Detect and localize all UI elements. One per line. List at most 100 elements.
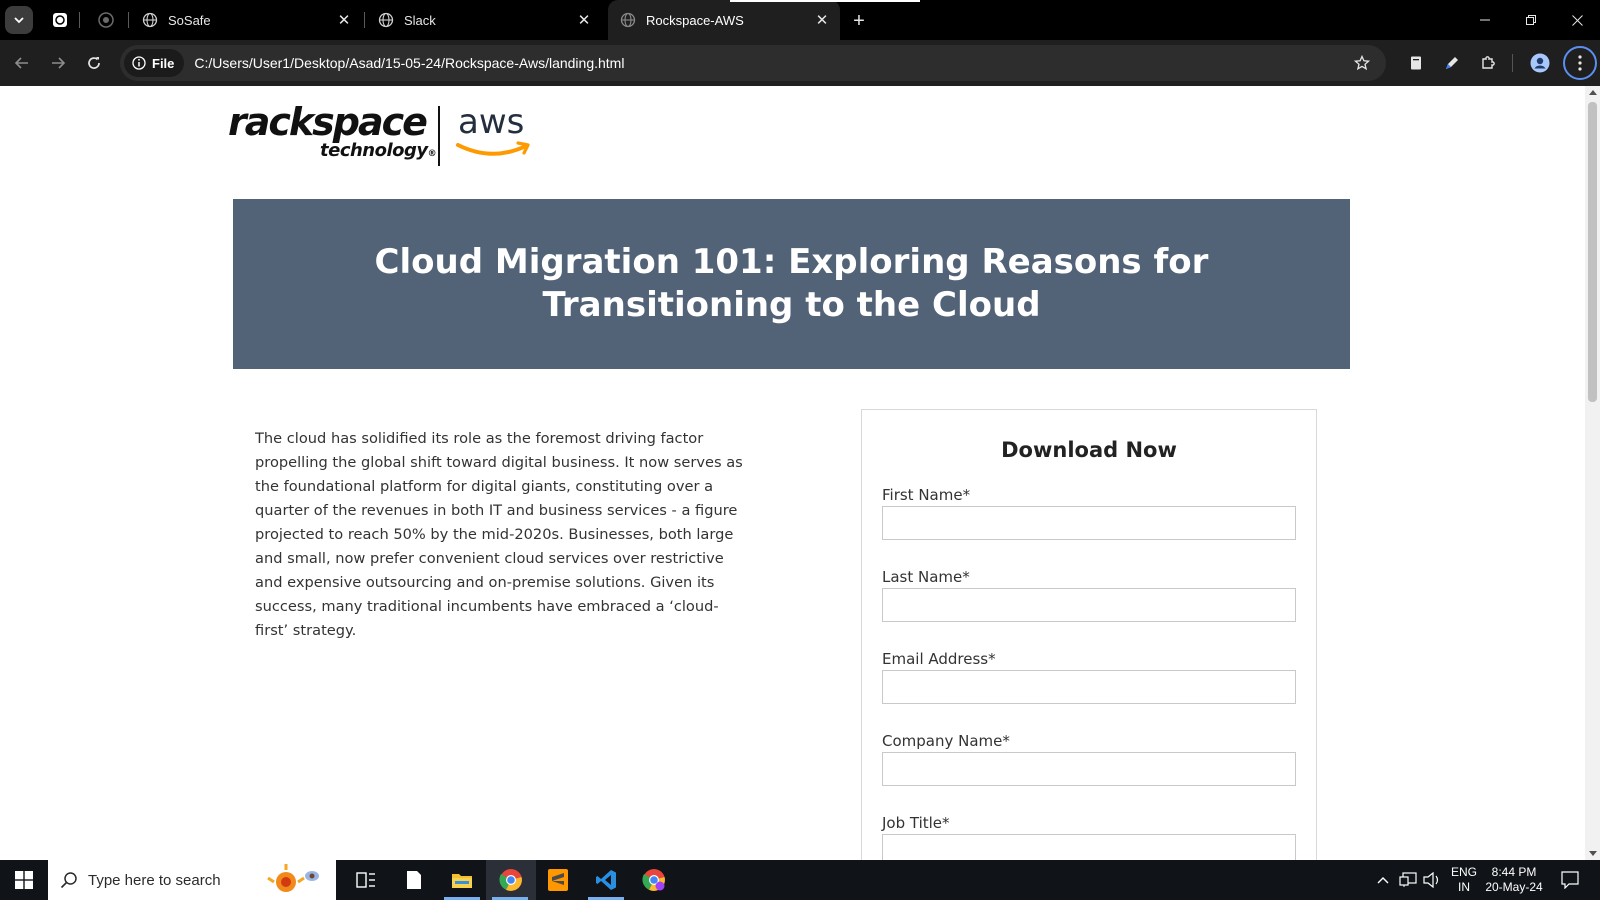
reading-list-button[interactable] xyxy=(1402,49,1430,77)
logo-divider xyxy=(438,106,440,166)
taskbar-notepad[interactable] xyxy=(390,860,438,900)
arrow-left-icon xyxy=(14,57,28,69)
first-name-field[interactable] xyxy=(882,506,1296,540)
reload-icon xyxy=(88,57,100,69)
reload-button[interactable] xyxy=(80,49,108,77)
close-icon xyxy=(1571,14,1583,26)
windows-taskbar: Type here to search ENG IN 8:44 PM 20-Ma… xyxy=(0,860,1600,900)
info-icon xyxy=(132,56,146,70)
aws-smile-icon xyxy=(456,141,530,156)
folder-icon xyxy=(452,874,472,888)
bookmark-star-icon[interactable] xyxy=(1352,53,1372,73)
task-view-icon xyxy=(356,872,375,888)
last-name-field[interactable] xyxy=(882,588,1296,622)
tab-strip: SoSafe ✕ Slack ✕ Rockspace-AWS ✕ + xyxy=(0,0,1600,40)
site-info-chip[interactable]: File xyxy=(124,49,185,77)
region-code: IN xyxy=(1458,880,1470,894)
vscode-icon xyxy=(596,870,616,890)
pinned-tab-chatgpt[interactable] xyxy=(46,6,74,34)
back-button[interactable] xyxy=(8,49,36,77)
notifications-button[interactable] xyxy=(1552,860,1588,900)
chevron-up-icon xyxy=(1377,877,1389,884)
clock[interactable]: 8:44 PM 20-May-24 xyxy=(1482,865,1546,895)
notification-icon xyxy=(1561,871,1579,889)
document-icon xyxy=(1411,56,1421,70)
sublime-text-icon xyxy=(548,869,568,891)
window-close-button[interactable] xyxy=(1554,0,1600,40)
chrome-icon xyxy=(642,869,665,891)
taskbar-sublime-text[interactable] xyxy=(534,860,582,900)
address-bar[interactable]: File C:/Users/User1/Desktop/Asad/15-05-2… xyxy=(120,45,1386,81)
taskbar-search[interactable]: Type here to search xyxy=(48,860,336,900)
tab-rockspace-aws[interactable]: Rockspace-AWS ✕ xyxy=(608,0,840,40)
network-button[interactable] xyxy=(1396,860,1420,900)
language-indicator[interactable]: ENG IN xyxy=(1447,865,1481,895)
page-title: Cloud Migration 101: Exploring Reasons f… xyxy=(374,242,1209,325)
new-tab-button[interactable]: + xyxy=(846,8,872,34)
first-name-label: First Name* xyxy=(882,486,971,504)
site-info-label: File xyxy=(152,55,175,71)
extension-pen-button[interactable] xyxy=(1438,49,1466,77)
tab-sosafe[interactable]: SoSafe ✕ xyxy=(130,0,362,40)
taskbar-chrome-profile[interactable] xyxy=(630,860,678,900)
volume-button[interactable] xyxy=(1420,860,1444,900)
close-icon[interactable]: ✕ xyxy=(812,10,832,30)
tab-title: SoSafe xyxy=(168,12,211,28)
minimize-button[interactable] xyxy=(1462,0,1508,40)
browser-toolbar: File C:/Users/User1/Desktop/Asad/15-05-2… xyxy=(0,40,1600,86)
globe-icon xyxy=(142,12,158,28)
globe-icon xyxy=(620,12,636,28)
page-viewport: rackspace technology® aws Cloud Migratio… xyxy=(0,86,1585,860)
logo-sub: technology xyxy=(320,140,428,161)
scroll-down-arrow-icon[interactable] xyxy=(1589,851,1597,856)
scroll-up-arrow-icon[interactable] xyxy=(1589,90,1597,95)
task-view-button[interactable] xyxy=(342,860,390,900)
taskbar-chrome[interactable] xyxy=(486,860,536,900)
speaker-icon xyxy=(1423,872,1439,888)
restore-icon xyxy=(1526,15,1536,25)
url-text[interactable]: C:/Users/User1/Desktop/Asad/15-05-24/Roc… xyxy=(194,55,624,71)
email-field[interactable] xyxy=(882,670,1296,704)
job-title-field[interactable] xyxy=(882,834,1296,860)
network-icon xyxy=(1399,872,1417,887)
hero-banner: Cloud Migration 101: Exploring Reasons f… xyxy=(233,199,1350,369)
more-vertical-icon xyxy=(1578,55,1582,71)
intro-paragraph: The cloud has solidified its role as the… xyxy=(255,430,743,639)
search-highlight-flower-icon xyxy=(267,864,319,892)
globe-icon xyxy=(378,12,394,28)
tab-loading-bar xyxy=(730,0,920,2)
show-hidden-icons-button[interactable] xyxy=(1372,860,1394,900)
chevron-down-icon xyxy=(14,17,24,24)
browser-menu-button[interactable] xyxy=(1563,46,1597,80)
chrome-icon xyxy=(499,869,522,891)
forward-button[interactable] xyxy=(44,49,72,77)
tab-slack[interactable]: Slack ✕ xyxy=(366,0,602,40)
scroll-thumb[interactable] xyxy=(1588,102,1597,402)
logo-brand-text: rackspace xyxy=(228,100,428,144)
pinned-tab-github[interactable] xyxy=(92,6,120,34)
company-name-label: Company Name* xyxy=(882,732,1010,750)
profile-button[interactable] xyxy=(1526,49,1554,77)
company-name-field[interactable] xyxy=(882,752,1296,786)
job-title-label: Job Title* xyxy=(882,814,950,832)
rackspace-aws-logo: rackspace technology® aws xyxy=(228,100,548,170)
minimize-icon xyxy=(1480,19,1490,21)
plus-icon: + xyxy=(853,9,865,32)
close-icon[interactable]: ✕ xyxy=(574,10,594,30)
clock-date: 20-May-24 xyxy=(1485,880,1543,894)
page-scrollbar[interactable] xyxy=(1585,86,1600,860)
tab-title: Rockspace-AWS xyxy=(646,12,744,28)
tab-title: Slack xyxy=(404,12,436,28)
logo-aws-text: aws xyxy=(458,102,525,142)
taskbar-file-explorer[interactable] xyxy=(438,860,486,900)
taskbar-vscode[interactable] xyxy=(582,860,630,900)
restore-button[interactable] xyxy=(1508,0,1554,40)
tab-search-button[interactable] xyxy=(5,6,33,34)
extensions-button[interactable] xyxy=(1474,49,1502,77)
clock-time: 8:44 PM xyxy=(1491,865,1537,879)
chatgpt-icon xyxy=(53,13,67,27)
arrow-right-icon xyxy=(52,57,66,69)
github-icon xyxy=(98,12,114,28)
close-icon[interactable]: ✕ xyxy=(334,10,354,30)
start-button[interactable] xyxy=(0,860,48,900)
